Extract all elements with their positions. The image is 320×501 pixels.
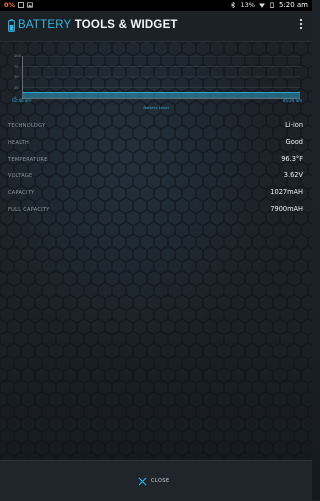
battery-app-icon xyxy=(8,19,15,32)
app-title-accent: BATTERY xyxy=(18,19,72,31)
battery-level-point xyxy=(133,91,135,94)
close-button[interactable]: CLOSE xyxy=(138,475,169,487)
close-icon xyxy=(138,477,147,485)
info-row: TECHNOLOGY Li-ion xyxy=(0,119,312,136)
y-tick-label: 100 xyxy=(14,54,21,58)
status-bar: 0% 13% 5:20 am xyxy=(0,0,312,11)
battery-level-point xyxy=(23,91,24,94)
clock: 5:20 am xyxy=(278,1,308,9)
info-row: HEALTH Good xyxy=(0,136,312,153)
info-value: Li-ion xyxy=(285,121,303,129)
app-title-rest: TOOLS & WIDGET xyxy=(71,19,178,31)
battery-level-point xyxy=(244,91,246,94)
info-value: 3.62V xyxy=(283,171,303,180)
battery-level-point xyxy=(160,91,163,94)
battery-icon xyxy=(270,2,274,8)
info-row: FULL CAPACITY 7900mAH xyxy=(0,203,312,220)
info-label: TECHNOLOGY xyxy=(8,123,46,129)
hex-pattern-background xyxy=(0,40,312,460)
info-row: CAPACITY 1027mAH xyxy=(0,186,312,203)
info-value: 1027mAH xyxy=(270,188,303,197)
y-tick-label: 25 xyxy=(14,85,19,90)
info-label: HEALTH xyxy=(8,139,30,146)
y-tick-label: 50 xyxy=(14,75,19,79)
info-label: FULL CAPACITY xyxy=(8,206,50,213)
app-title: BATTERY TOOLS & WIDGET xyxy=(18,19,178,31)
info-label: CAPACITY xyxy=(8,190,35,197)
battery-level-point xyxy=(188,91,190,94)
x-axis-title: Battery Level xyxy=(143,105,169,110)
battery-level-point xyxy=(105,91,107,94)
info-row: TEMPERATURE 96.3°F xyxy=(0,153,312,170)
wifi-icon xyxy=(258,3,265,8)
bluetooth-icon xyxy=(231,2,236,8)
x-start-label: 02:40 am xyxy=(12,98,32,103)
battery-percent: 13% xyxy=(240,1,255,9)
notification-icon xyxy=(18,2,24,8)
battery-level-point xyxy=(271,91,273,94)
overflow-menu-icon[interactable] xyxy=(298,17,304,31)
info-value: 96.3°F xyxy=(281,154,303,163)
battery-level-chart: 100 75 50 25 0 xyxy=(14,54,300,100)
info-row: VOLTAGE 3.62V xyxy=(0,169,312,186)
close-label: CLOSE xyxy=(151,478,170,484)
info-value: Good xyxy=(285,137,303,146)
info-label: VOLTAGE xyxy=(8,173,33,180)
y-tick-label: 75 xyxy=(14,64,19,69)
info-value: 7900mAH xyxy=(270,204,303,213)
battery-level-area xyxy=(23,92,300,98)
image-icon xyxy=(27,2,33,8)
battery-level-point xyxy=(77,91,79,94)
battery-level-point xyxy=(216,91,218,94)
battery-info-list: TECHNOLOGY Li-ion HEALTH Good TEMPERATURE 96.… xyxy=(0,119,312,220)
action-bar: BATTERY TOOLS & WIDGET xyxy=(0,11,312,42)
bottom-bar: CLOSE xyxy=(0,460,312,501)
battery-level-point xyxy=(50,91,52,94)
x-end-label: 05:20 am xyxy=(282,98,302,103)
info-label: TEMPERATURE xyxy=(8,156,48,163)
notification-text: 0% xyxy=(4,1,16,9)
chart-plot-area xyxy=(22,56,300,99)
